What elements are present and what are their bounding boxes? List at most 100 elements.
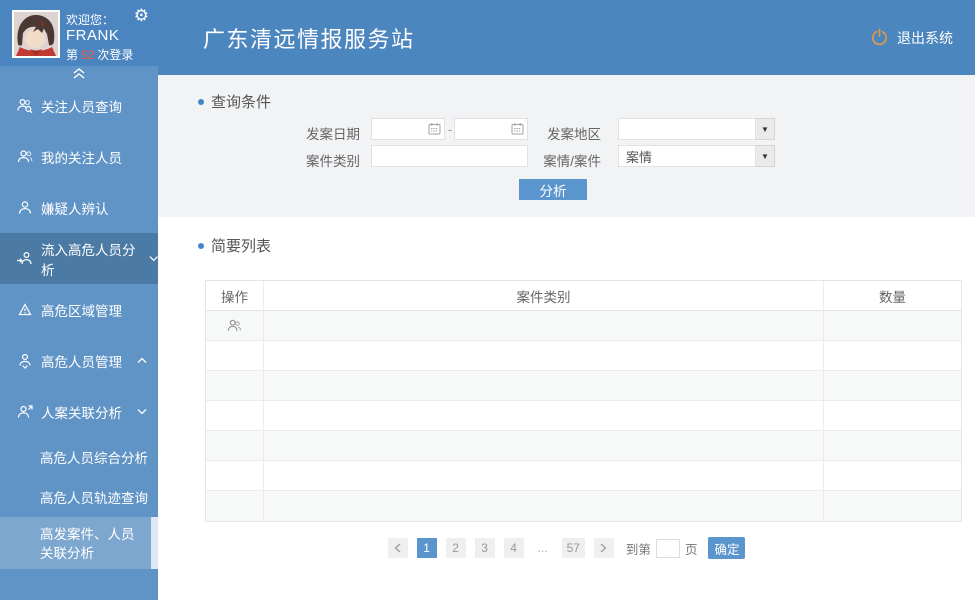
sidebar-subitem-highfreq-case-person-analysis[interactable]: 高发案件、人员关联分析 xyxy=(0,517,158,569)
pager-page-2[interactable]: 2 xyxy=(445,538,466,558)
result-table: 操作 案件类别 数量 xyxy=(205,280,962,522)
sidebar-subitem-comprehensive-analysis[interactable]: 高危人员综合分析 xyxy=(0,437,158,477)
profile-panel: 欢迎您： FRANK 第 52 次登录 ⚙ xyxy=(0,0,158,66)
page-title: 广东清远情报服务站 xyxy=(203,26,415,52)
goto-prefix-label: 到第 xyxy=(625,542,651,557)
goto-page-input[interactable] xyxy=(655,538,680,558)
person-group-icon xyxy=(17,149,33,162)
sidebar-item-person-case-analysis[interactable]: 人案关联分析 xyxy=(0,386,158,437)
sidebar-item-label: 高危人员管理 xyxy=(41,354,122,370)
case-date-end-group xyxy=(454,118,528,140)
brief-list-section: 简要列表 操作 案件类别 数量 1 2 3 4 ... 57 到第 页 确定 xyxy=(158,217,975,600)
caret-down-icon[interactable]: ▼ xyxy=(756,118,775,140)
warning-triangle-icon xyxy=(18,302,32,315)
goto-page-group: 到第 页 xyxy=(625,538,698,558)
table-row xyxy=(206,401,961,431)
chevron-up-icon xyxy=(137,357,147,363)
person-icon xyxy=(18,200,32,214)
login-count: 52 xyxy=(81,48,95,62)
calendar-icon[interactable] xyxy=(511,122,524,135)
sidebar-subitem-label: 高危人员轨迹查询 xyxy=(40,491,148,506)
goto-confirm-button[interactable]: 确定 xyxy=(708,537,746,559)
welcome-label: 欢迎您： xyxy=(66,13,115,27)
pagination: 1 2 3 4 ... 57 到第 页 确定 xyxy=(158,537,975,559)
pager-page-1[interactable]: 1 xyxy=(416,538,437,558)
sidebar-item-label: 流入高危人员分析 xyxy=(41,242,136,278)
case-type-label: 案情/案件 xyxy=(543,154,601,169)
logout-button[interactable]: 退出系统 xyxy=(870,28,953,48)
pager-page-4[interactable]: 4 xyxy=(503,538,524,558)
chevron-left-icon xyxy=(394,543,401,553)
power-icon xyxy=(872,28,887,46)
chevron-right-icon xyxy=(601,543,607,553)
list-section-heading: 简要列表 xyxy=(198,235,271,256)
caret-down-icon[interactable]: ▼ xyxy=(756,145,775,167)
case-region-value xyxy=(618,118,756,140)
table-row xyxy=(206,311,961,341)
query-section-heading: 查询条件 xyxy=(198,91,271,112)
sidebar-item-watch-person-query[interactable]: 关注人员查询 xyxy=(0,80,158,131)
sidebar-item-my-watch-persons[interactable]: 我的关注人员 xyxy=(0,131,158,182)
sidebar-item-label: 我的关注人员 xyxy=(41,150,122,166)
column-header-count: 数量 xyxy=(823,281,961,310)
column-header-category: 案件类别 xyxy=(516,289,571,305)
case-date-start-group xyxy=(371,118,445,140)
case-date-label: 发案日期 xyxy=(306,127,360,142)
app-window: 欢迎您： FRANK 第 52 次登录 ⚙ 关注人员查询 我的关注人员 嫌疑人辨… xyxy=(0,0,975,600)
avatar xyxy=(12,10,60,58)
pager-next-button[interactable] xyxy=(593,538,614,558)
table-row xyxy=(206,461,961,491)
case-region-label: 发案地区 xyxy=(547,127,601,142)
collapse-profile-button[interactable] xyxy=(0,66,158,80)
people-search-icon xyxy=(17,98,33,113)
sidebar-item-label: 嫌疑人辨认 xyxy=(41,201,109,217)
table-row xyxy=(206,371,961,401)
sidebar-subitem-trajectory-query[interactable]: 高危人员轨迹查询 xyxy=(0,477,158,517)
login-count-line: 第 52 次登录 xyxy=(66,48,134,62)
bullet-icon xyxy=(198,242,204,249)
sidebar-menu: 关注人员查询 我的关注人员 嫌疑人辨认 流入高危人员分析 高危区域管理 高危人员… xyxy=(0,80,158,600)
pager-prev-button[interactable] xyxy=(387,538,408,558)
sidebar-item-highrisk-area-mgmt[interactable]: 高危区域管理 xyxy=(0,284,158,335)
table-row xyxy=(206,431,961,461)
table-row xyxy=(206,341,961,371)
gear-icon[interactable]: ⚙ xyxy=(134,6,149,26)
case-category-label: 案件类别 xyxy=(306,154,360,169)
chevron-down-icon xyxy=(137,409,147,415)
case-category-input[interactable] xyxy=(371,145,528,167)
table-row xyxy=(206,491,961,521)
pager-page-last[interactable]: 57 xyxy=(561,538,585,558)
sidebar: 欢迎您： FRANK 第 52 次登录 ⚙ 关注人员查询 我的关注人员 嫌疑人辨… xyxy=(0,0,158,600)
pager-page-3[interactable]: 3 xyxy=(474,538,495,558)
sidebar-item-highrisk-person-mgmt[interactable]: 高危人员管理 xyxy=(0,335,158,386)
sidebar-item-suspect-identify[interactable]: 嫌疑人辨认 xyxy=(0,182,158,233)
query-conditions-section: 查询条件 发案日期 - 发案地区 ▼ 案件类别 案情/案件 案情 ▼ 分析 xyxy=(158,75,975,217)
person-badge-icon xyxy=(19,353,31,369)
sidebar-item-label: 人案关联分析 xyxy=(41,405,122,421)
goto-suffix-label: 页 xyxy=(684,542,698,557)
row-category-cell xyxy=(264,311,823,340)
top-header: 广东清远情报服务站 退出系统 xyxy=(158,0,975,75)
table-header-row: 操作 案件类别 数量 xyxy=(206,281,961,311)
bullet-icon xyxy=(198,98,204,105)
sidebar-subitem-label: 高发案件、人员关联分析 xyxy=(40,527,135,561)
person-flow-in-icon xyxy=(17,251,32,264)
row-count-cell xyxy=(823,311,961,340)
case-type-dropdown[interactable]: 案情 ▼ xyxy=(618,145,775,167)
case-region-dropdown[interactable]: ▼ xyxy=(618,118,775,140)
sidebar-subitem-label: 高危人员综合分析 xyxy=(40,451,148,466)
calendar-icon[interactable] xyxy=(428,122,441,135)
main-area: 广东清远情报服务站 退出系统 查询条件 发案日期 - 发案地区 ▼ 案件类别 案… xyxy=(158,0,975,600)
date-range-separator: - xyxy=(448,122,453,137)
double-chevron-up-icon xyxy=(73,67,85,79)
username-label: FRANK xyxy=(66,27,120,44)
sidebar-item-inflow-highrisk-analysis[interactable]: 流入高危人员分析 xyxy=(0,233,158,284)
query-section-title: 查询条件 xyxy=(211,94,272,111)
analyze-button[interactable]: 分析 xyxy=(519,179,587,200)
case-type-value: 案情 xyxy=(618,145,756,167)
sidebar-item-label: 关注人员查询 xyxy=(41,99,122,115)
list-section-title: 简要列表 xyxy=(211,238,272,255)
row-action-cell xyxy=(206,311,264,340)
column-header-action: 操作 xyxy=(206,281,264,310)
people-icon[interactable] xyxy=(226,317,243,334)
